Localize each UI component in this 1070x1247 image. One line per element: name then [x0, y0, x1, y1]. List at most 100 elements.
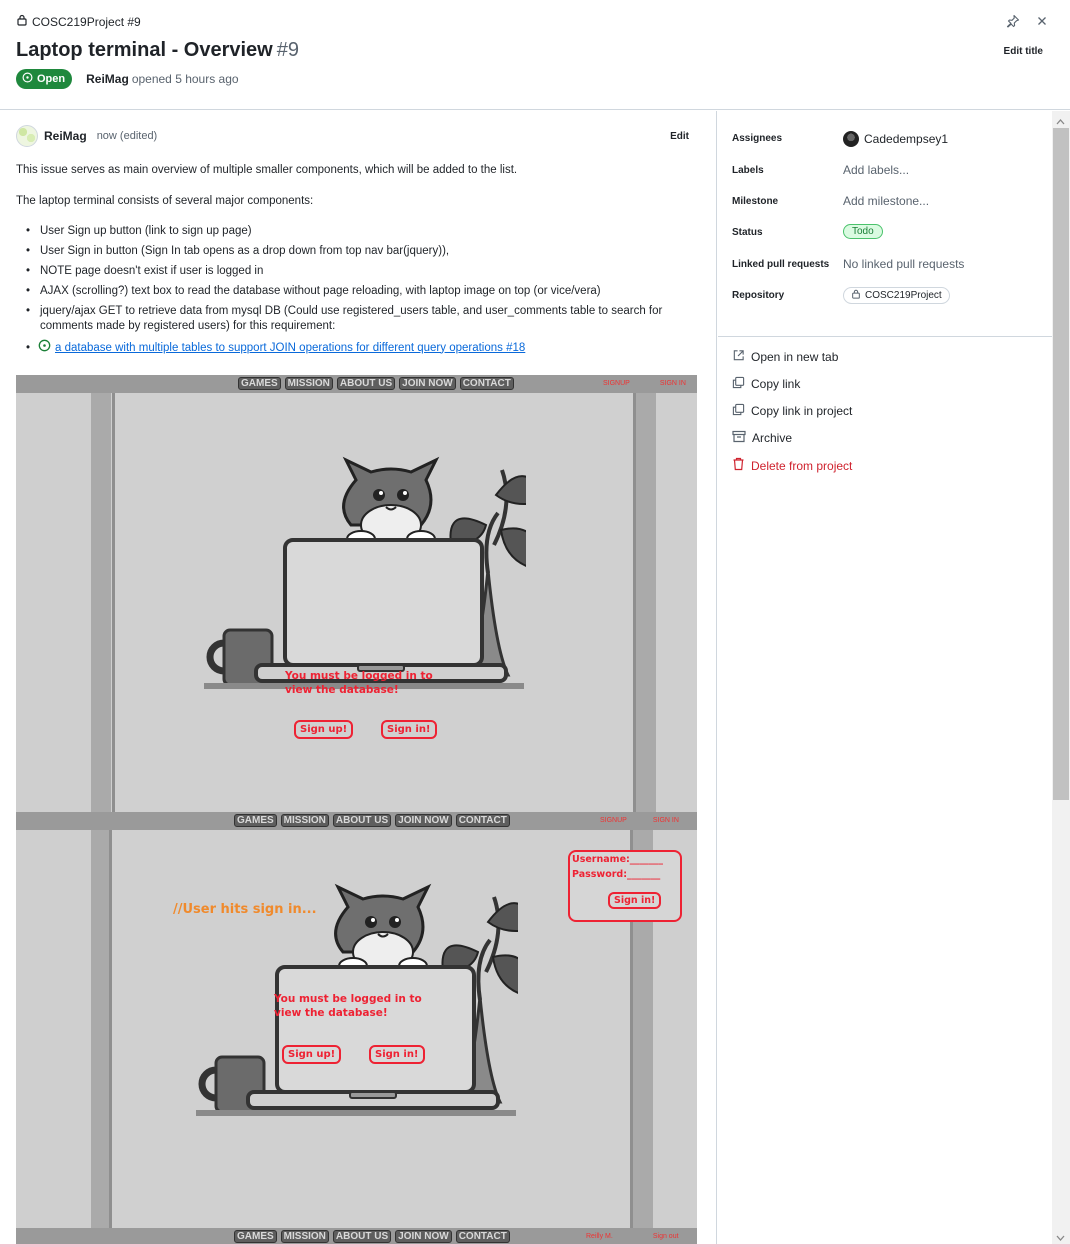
mockup-nav-games: GAMES [234, 1230, 277, 1243]
mockup-signin-link: SIGN IN [659, 380, 686, 387]
lock-icon [16, 14, 28, 29]
scroll-down-icon[interactable] [1056, 1231, 1065, 1245]
assignee[interactable]: Cadedempsey1 [843, 131, 948, 147]
mockup-auth-links: SIGNUP SIGN IN [603, 380, 686, 387]
mockup-nav-join: JOIN NOW [395, 814, 452, 827]
mockup-auth-links: Reilly M. Sign out [586, 1233, 679, 1240]
mockup-signup-button: Sign up! [294, 720, 354, 739]
close-icon[interactable] [1036, 15, 1048, 30]
issue-sidebar: Assignees Cadedempsey1 Labels Add labels… [718, 111, 1052, 1247]
mockup-laptop-message: You must be logged in to view the databa… [274, 992, 422, 1020]
mockup-image-logged-out: GAMES MISSION ABOUT US JOIN NOW CONTACT … [16, 375, 697, 812]
mockup-nav-buttons: GAMES MISSION ABOUT US JOIN NOW CONTACT [238, 377, 514, 390]
body-paragraph: The laptop terminal consists of several … [16, 195, 314, 207]
milestone-label: Milestone [732, 196, 779, 207]
delete-from-project-button[interactable]: Delete from project [732, 457, 852, 474]
mockup-nav-contact: CONTACT [455, 814, 510, 827]
action-label: Archive [752, 431, 793, 445]
mockup-nav-mission: MISSION [280, 1230, 329, 1243]
open-new-tab-button[interactable]: Open in new tab [732, 349, 838, 365]
mockup-pillar [91, 393, 111, 812]
mockup-nav-contact: CONTACT [459, 377, 514, 390]
comment-body: This issue serves as main overview of mu… [16, 163, 686, 362]
issue-opened-icon [22, 72, 33, 86]
mockup-signin-button: Sign in! [381, 720, 437, 739]
breadcrumb[interactable]: COSC219Project #9 [16, 14, 141, 29]
component-list: User Sign up button (link to sign up pag… [16, 224, 686, 357]
edit-comment-button[interactable]: Edit [670, 131, 689, 142]
mockup-auth-links: SIGNUP SIGN IN [600, 817, 679, 824]
opened-by[interactable]: ReiMag [86, 72, 129, 86]
issue-opened-icon [38, 339, 51, 357]
mockup-navbar: GAMES MISSION ABOUT US JOIN NOW CONTACT … [16, 375, 697, 393]
scroll-up-icon[interactable] [1056, 114, 1065, 128]
mockup-nav-about: ABOUT US [332, 814, 392, 827]
list-item-linked: • a database with multiple tables to sup… [24, 339, 686, 357]
status-badge-label: Open [37, 73, 66, 85]
mockup-pillar [91, 830, 111, 1236]
mockup-message-line: You must be logged in to [274, 993, 422, 1005]
mockup-nav-about: ABOUT US [332, 1230, 392, 1243]
copy-icon [732, 376, 745, 392]
repository-label: Repository [732, 290, 785, 301]
archive-icon [732, 430, 746, 446]
mockup-signout-link: Sign out [652, 1233, 679, 1240]
comment-author[interactable]: ReiMag [44, 129, 87, 143]
milestone-value[interactable]: Add milestone... [843, 194, 929, 208]
mockup-nav-buttons: GAMES MISSION ABOUT US JOIN NOW CONTACT [234, 1230, 510, 1243]
edit-title-button[interactable]: Edit title [1004, 46, 1043, 57]
issue-number: #9 [276, 39, 299, 61]
mockup-nav-join: JOIN NOW [399, 377, 456, 390]
mockup-laptop-message: You must be logged in to view the databa… [285, 669, 433, 697]
mockup-navbar: GAMES MISSION ABOUT US JOIN NOW CONTACT … [16, 812, 697, 830]
mockup-pillar [636, 393, 656, 812]
mockup-signin-button: Sign in! [369, 1045, 425, 1064]
action-label: Open in new tab [751, 350, 839, 364]
list-item: NOTE page doesn't exist if user is logge… [24, 264, 686, 279]
assignees-label: Assignees [732, 133, 783, 144]
scrollbar-thumb[interactable] [1053, 128, 1069, 800]
breadcrumb-text: COSC219Project #9 [32, 14, 141, 29]
linked-pr-label: Linked pull requests [732, 259, 830, 270]
repository-field[interactable]: COSC219Project [843, 287, 950, 304]
mockup-nav-contact: CONTACT [455, 1230, 510, 1243]
mockup-nav-join: JOIN NOW [395, 1230, 452, 1243]
cat-laptop-illustration [204, 456, 526, 689]
list-item: User Sign up button (link to sign up pag… [24, 224, 686, 239]
mockup-username-field: Username:_______ [572, 854, 664, 865]
status-badge: Todo [843, 224, 883, 239]
labels-value[interactable]: Add labels... [843, 163, 909, 177]
list-item: AJAX (scrolling?) text box to read the d… [24, 284, 686, 299]
linked-pr-value: No linked pull requests [843, 257, 965, 271]
comment-meta[interactable]: now (edited) [97, 130, 158, 142]
opened-text: opened 5 hours ago [131, 72, 239, 86]
header-actions [1006, 14, 1048, 31]
list-item: User Sign in button (Sign In tab opens a… [24, 244, 686, 259]
status-field[interactable]: Todo [843, 224, 883, 239]
assignee-name: Cadedempsey1 [864, 132, 949, 146]
mockup-signin-popup: Username:_______ Password:_______ Sign i… [568, 850, 682, 922]
trash-icon [732, 457, 745, 474]
list-item: jquery/ajax GET to retrieve data from my… [24, 304, 686, 334]
repository-name: COSC219Project [865, 290, 942, 301]
copy-link-project-button[interactable]: Copy link in project [732, 403, 852, 419]
avatar [843, 131, 859, 147]
avatar[interactable] [16, 125, 38, 147]
copy-link-button[interactable]: Copy link [732, 376, 800, 392]
comment-header: ReiMag now (edited) [16, 125, 157, 147]
issue-header: COSC219Project #9 Laptop terminal - Over… [0, 0, 1070, 110]
pin-icon[interactable] [1006, 14, 1020, 31]
linked-issue-link[interactable]: a database with multiple tables to suppo… [55, 341, 525, 356]
labels-label: Labels [732, 165, 764, 176]
action-label: Copy link in project [751, 404, 853, 418]
external-link-icon [732, 349, 745, 365]
repository-pill: COSC219Project [843, 287, 950, 304]
issue-title: Laptop terminal - Overview [16, 39, 273, 61]
mockup-message-line: view the database! [285, 684, 399, 696]
archive-button[interactable]: Archive [732, 430, 792, 446]
action-label: Copy link [751, 377, 801, 391]
mockup-password-field: Password:_______ [572, 869, 661, 880]
lock-icon [851, 289, 861, 302]
mockup-signup-button: Sign up! [282, 1045, 342, 1064]
mockup-nav-mission: MISSION [280, 814, 329, 827]
